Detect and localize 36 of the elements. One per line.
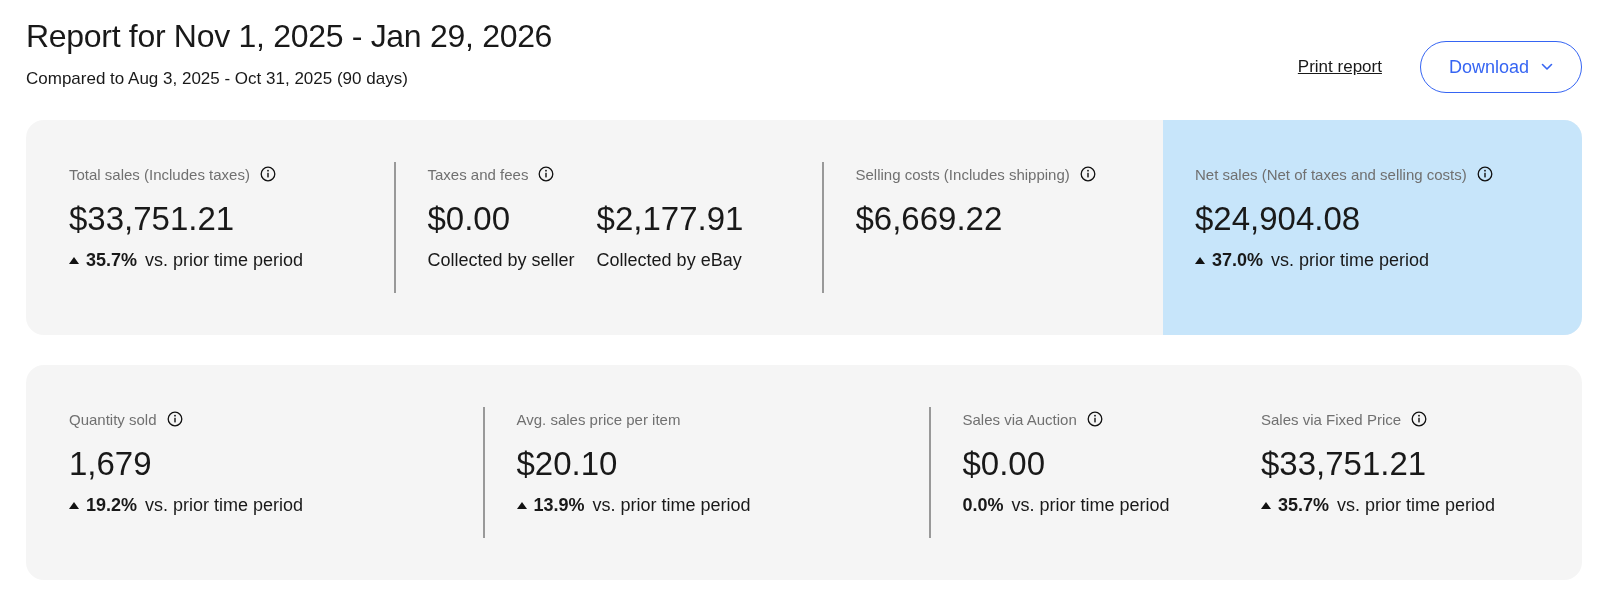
comparison-text: vs. prior time period [1011, 495, 1170, 516]
report-title: Report for Nov 1, 2025 - Jan 29, 2026 [26, 18, 553, 55]
comparison-text: vs. prior time period [1337, 495, 1496, 516]
metric-label: Net sales (Net of taxes and selling costs) [1195, 165, 1467, 183]
comparison-text: vs. prior time period [1271, 250, 1430, 271]
change-percent: 19.2% [86, 495, 138, 516]
change-percent: 13.9% [533, 495, 585, 516]
metric-label: Sales via Auction [962, 410, 1077, 428]
metric-label: Selling costs (Includes shipping) [855, 165, 1070, 183]
metric-value: $0.00 [962, 445, 1046, 483]
metric-label: Total sales (Includes taxes) [69, 165, 250, 183]
print-report-link[interactable]: Print report [1297, 57, 1382, 77]
metric-label: Sales via Fixed Price [1261, 410, 1402, 428]
metric-value: $0.00 [427, 200, 512, 238]
metric-label: Taxes and fees [427, 165, 529, 183]
chevron-down-icon [1541, 63, 1553, 71]
change-percent: 35.7% [1278, 495, 1330, 516]
download-button[interactable]: Download [1419, 41, 1582, 93]
comparison-text: vs. prior time period [592, 495, 751, 516]
metric-value: $2,177.91 [596, 200, 744, 238]
value-caption: Collected by eBay [596, 250, 743, 271]
comparison-text: vs. prior time period [145, 495, 304, 516]
metric-value: $33,751.21 [69, 200, 235, 238]
value-caption: Collected by seller [427, 250, 575, 271]
metric-value: $20.10 [516, 445, 618, 483]
metric-value: 1,679 [69, 445, 152, 483]
comparison-text: vs. prior time period [145, 250, 304, 271]
metric-value: $6,669.22 [855, 200, 1003, 238]
metric-label: Avg. sales price per item [516, 410, 681, 428]
metric-label: Quantity sold [69, 410, 157, 428]
change-percent: 0.0% [962, 495, 1004, 516]
metric-value: $24,904.08 [1195, 200, 1361, 238]
change-percent: 35.7% [86, 250, 138, 271]
change-percent: 37.0% [1212, 250, 1264, 271]
metric-value: $33,751.21 [1261, 445, 1427, 483]
comparison-period: Compared to Aug 3, 2025 - Oct 31, 2025 (90 days) [26, 69, 409, 89]
